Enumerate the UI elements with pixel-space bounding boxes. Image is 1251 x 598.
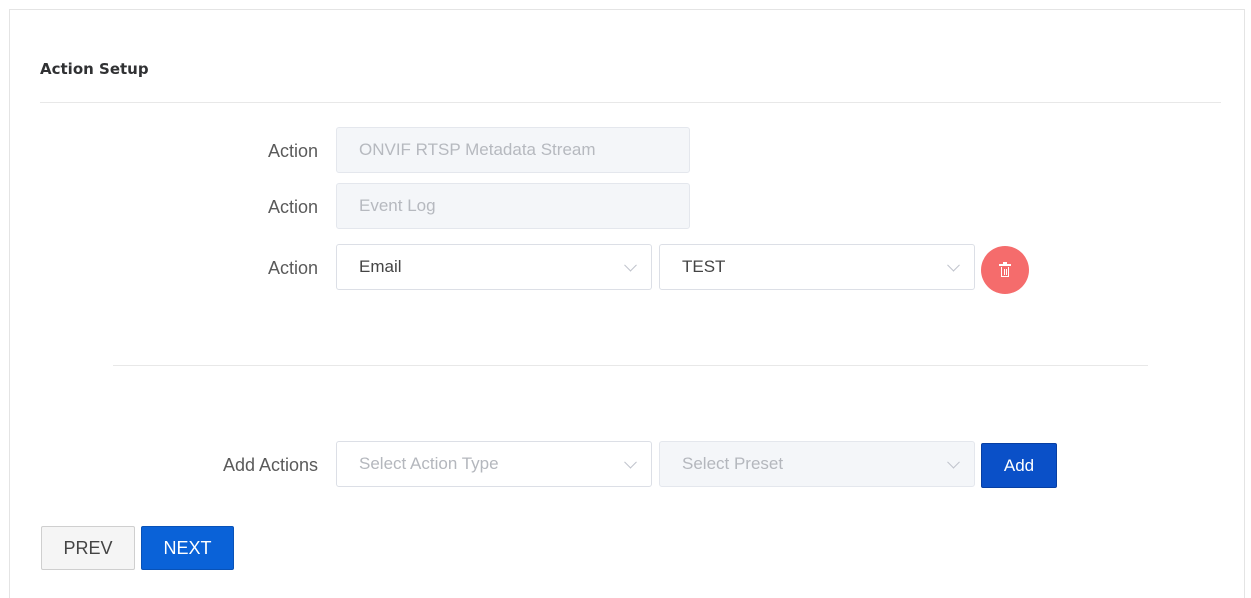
chevron-down-icon — [624, 455, 637, 469]
action-value: ONVIF RTSP Metadata Stream — [359, 140, 596, 159]
preset-select-new[interactable]: Select Preset — [659, 441, 975, 487]
trash-icon — [999, 262, 1011, 277]
action-field-onvif: ONVIF RTSP Metadata Stream — [336, 127, 690, 173]
preset-placeholder: Select Preset — [682, 454, 784, 473]
next-button[interactable]: NEXT — [141, 526, 234, 570]
section-title: Action Setup — [40, 60, 149, 78]
action-field-event-log: Event Log — [336, 183, 690, 229]
preset-select[interactable]: TEST — [659, 244, 975, 290]
action-type-placeholder: Select Action Type — [359, 454, 499, 473]
add-button[interactable]: Add — [981, 443, 1057, 488]
divider — [40, 102, 1221, 103]
action-setup-panel: Action Setup Action ONVIF RTSP Metadata … — [9, 9, 1245, 598]
action-label: Action — [267, 258, 318, 278]
divider — [113, 365, 1148, 366]
delete-action-button[interactable] — [981, 246, 1029, 294]
chevron-down-icon — [947, 258, 960, 272]
prev-button[interactable]: PREV — [41, 526, 135, 570]
action-label: Action — [267, 197, 318, 217]
action-type-value: Email — [359, 257, 402, 276]
preset-value: TEST — [682, 257, 726, 276]
add-actions-label: Add Actions — [222, 455, 318, 475]
action-label: Action — [267, 141, 318, 161]
chevron-down-icon — [947, 455, 960, 469]
action-value: Event Log — [359, 196, 436, 215]
chevron-down-icon — [624, 258, 637, 272]
action-type-select[interactable]: Email — [336, 244, 652, 290]
action-type-select-new[interactable]: Select Action Type — [336, 441, 652, 487]
